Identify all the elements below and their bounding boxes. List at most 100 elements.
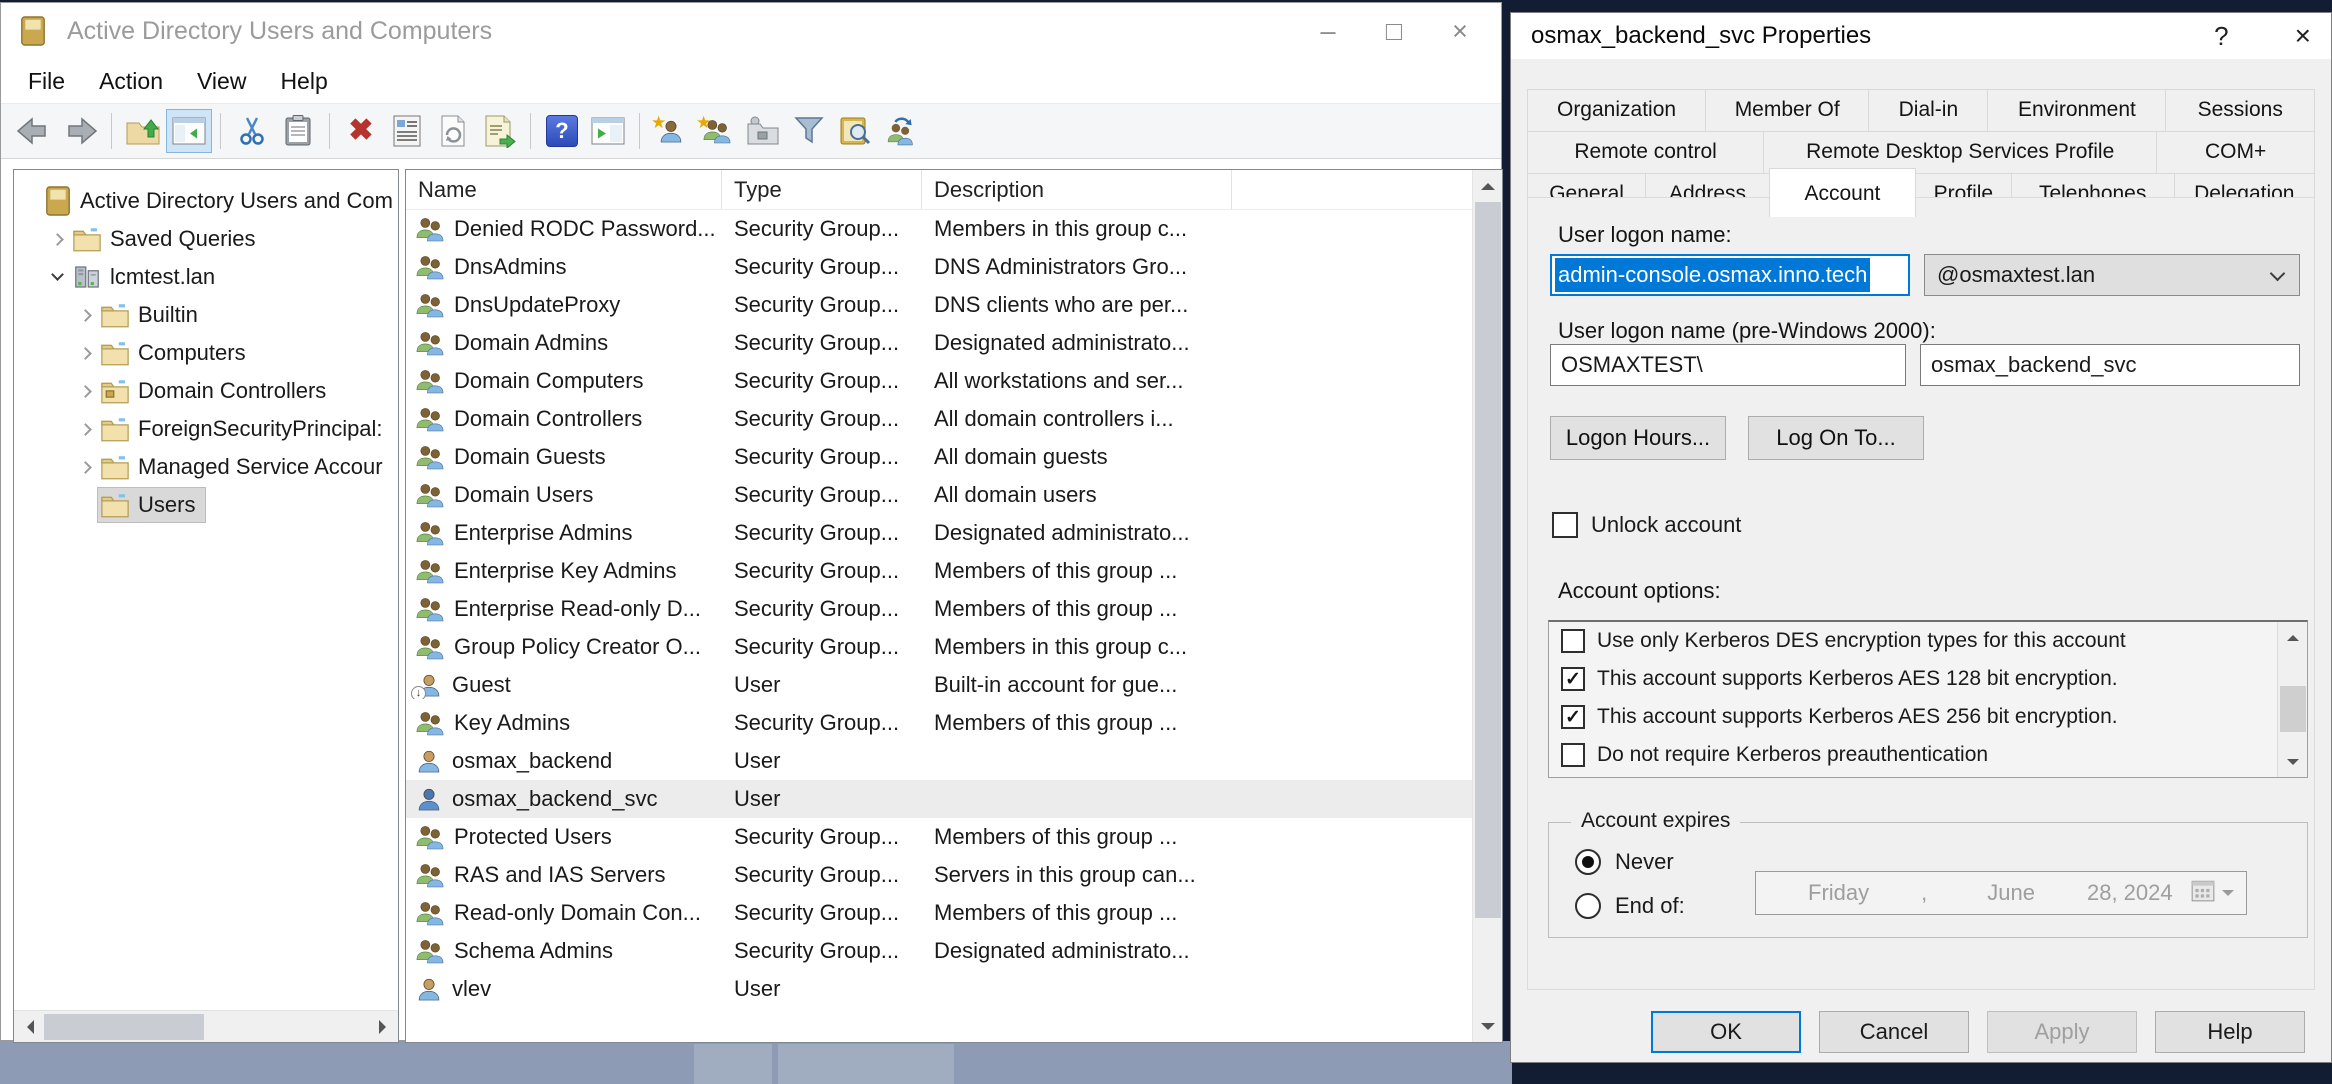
menu-action[interactable]: Action [82,68,180,95]
account-option-use-only-kerberos-des-encryption[interactable]: Use only Kerberos DES encryption types f… [1549,622,2307,660]
account-option-this-account-supports-kerberos-aes[interactable]: ✓This account supports Kerberos AES 256 … [1549,698,2307,736]
expiry-date-picker[interactable]: Friday,June28, 2024 [1755,871,2247,915]
scroll-up-button[interactable] [1473,170,1503,200]
chevron-expanded-icon[interactable] [44,275,70,279]
list-row-domain-users[interactable]: Domain UsersSecurity Group...All domain … [406,476,1472,514]
tree-item-active-directory-users-and-com[interactable]: Active Directory Users and Com [14,182,398,220]
account-option-this-account-supports-kerberos-aes[interactable]: ✓This account supports Kerberos AES 128 … [1549,660,2307,698]
scrollbar-thumb[interactable] [44,1014,204,1040]
list-row-schema-admins[interactable]: Schema AdminsSecurity Group...Designated… [406,932,1472,970]
list-row-domain-admins[interactable]: Domain AdminsSecurity Group...Designated… [406,324,1472,362]
list-row-read-only-domain-con[interactable]: Read-only Domain Con...Security Group...… [406,894,1472,932]
list-vertical-scrollbar[interactable] [1472,170,1502,1042]
logon-hours-button[interactable]: Logon Hours... [1550,416,1726,460]
list-row-enterprise-admins[interactable]: Enterprise AdminsSecurity Group...Design… [406,514,1472,552]
new-ou-icon[interactable] [740,109,786,153]
delete-icon[interactable]: ✖ [338,109,384,153]
unlock-account-checkbox[interactable]: Unlock account [1552,512,1741,538]
find-icon[interactable] [832,109,878,153]
list-row-denied-rodc-password[interactable]: Denied RODC Password...Security Group...… [406,210,1472,248]
up-one-level-icon[interactable] [120,109,166,153]
tree-item-managed-service-accour[interactable]: Managed Service Accour [14,448,398,486]
list-row-osmax-backend[interactable]: osmax_backendUser [406,742,1472,780]
tree-item-computers[interactable]: Computers [14,334,398,372]
back-icon[interactable] [11,109,57,153]
taskbar-item[interactable] [694,1044,772,1084]
tab-com[interactable]: COM+ [2156,131,2315,174]
chevron-collapsed-icon[interactable] [72,349,98,358]
list-row-dnsadmins[interactable]: DnsAdminsSecurity Group...DNS Administra… [406,248,1472,286]
new-user-icon[interactable]: ★ [648,109,694,153]
upn-suffix-dropdown[interactable]: @osmaxtest.lan [1924,254,2300,296]
list-row-key-admins[interactable]: Key AdminsSecurity Group...Members of th… [406,704,1472,742]
scroll-right-button[interactable] [368,1011,398,1042]
list-row-enterprise-read-only-d[interactable]: Enterprise Read-only D...Security Group.… [406,590,1472,628]
tab-environment[interactable]: Environment [1987,89,2166,132]
tree-item-lcmtest-lan[interactable]: lcmtest.lan [14,258,398,296]
tree-item-domain-controllers[interactable]: Domain Controllers [14,372,398,410]
dialog-close-button[interactable]: × [2295,20,2311,52]
account-option-do-not-require-kerberos-preauthentication[interactable]: Do not require Kerberos preauthenticatio… [1549,736,2307,774]
list-row-domain-controllers[interactable]: Domain ControllersSecurity Group...All d… [406,400,1472,438]
scroll-up-button[interactable] [2278,622,2308,652]
cancel-button[interactable]: Cancel [1819,1011,1969,1053]
chevron-collapsed-icon[interactable] [72,463,98,472]
ok-button[interactable]: OK [1651,1011,1801,1053]
menu-view[interactable]: View [180,68,263,95]
forward-icon[interactable] [57,109,103,153]
menu-help[interactable]: Help [263,68,344,95]
tab-sessions[interactable]: Sessions [2165,89,2315,132]
pre2000-name-input[interactable]: osmax_backend_svc [1920,344,2300,386]
close-button[interactable]: × [1427,3,1493,59]
export-list-icon[interactable] [476,109,522,153]
scroll-left-button[interactable] [14,1011,44,1042]
list-row-osmax-backend-svc[interactable]: osmax_backend_svcUser [406,780,1472,818]
user-logon-name-input[interactable]: admin-console.osmax.inno.tech [1550,254,1910,296]
new-window-icon[interactable] [585,109,631,153]
minimize-button[interactable]: – [1295,3,1361,59]
list-row-protected-users[interactable]: Protected UsersSecurity Group...Members … [406,818,1472,856]
scroll-down-button[interactable] [2278,747,2308,777]
tree-item-builtin[interactable]: Builtin [14,296,398,334]
tree-item-foreignsecurityprincipal[interactable]: ForeignSecurityPrincipal: [14,410,398,448]
chevron-collapsed-icon[interactable] [44,235,70,244]
tree-horizontal-scrollbar[interactable] [14,1010,398,1042]
scroll-down-button[interactable] [1473,1012,1503,1042]
list-row-domain-computers[interactable]: Domain ComputersSecurity Group...All wor… [406,362,1472,400]
list-row-dnsupdateproxy[interactable]: DnsUpdateProxySecurity Group...DNS clien… [406,286,1472,324]
refresh-icon[interactable] [430,109,476,153]
cut-icon[interactable] [229,109,275,153]
list-row-domain-guests[interactable]: Domain GuestsSecurity Group...All domain… [406,438,1472,476]
paste-icon[interactable] [275,109,321,153]
refresh-users-icon[interactable] [878,109,924,153]
log-on-to-button[interactable]: Log On To... [1748,416,1924,460]
tab-account[interactable]: Account [1769,168,1916,217]
expires-end-of[interactable]: End of: [1575,893,1685,919]
expires-never[interactable]: Never [1575,849,1674,875]
column-header-description[interactable]: Description [922,170,1232,209]
list-row-ras-and-ias-servers[interactable]: RAS and IAS ServersSecurity Group...Serv… [406,856,1472,894]
scrollbar-thumb[interactable] [1475,202,1501,918]
options-scrollbar[interactable] [2277,622,2307,777]
tree-item-saved-queries[interactable]: Saved Queries [14,220,398,258]
tab-dial-in[interactable]: Dial-in [1868,89,1988,132]
column-header-name[interactable]: Name [406,170,722,209]
list-row-guest[interactable]: ↓GuestUserBuilt-in account for gue... [406,666,1472,704]
tab-member-of[interactable]: Member Of [1705,89,1869,132]
maximize-button[interactable]: □ [1361,3,1427,59]
show-console-tree-icon[interactable] [166,109,212,153]
scrollbar-thumb[interactable] [2280,686,2306,732]
list-row-vlev[interactable]: vlevUser [406,970,1472,1008]
tree-item-users[interactable]: Users [14,486,398,524]
taskbar-item[interactable] [778,1044,954,1084]
help-button[interactable]: Help [2155,1011,2305,1053]
chevron-collapsed-icon[interactable] [72,425,98,434]
menu-file[interactable]: File [11,68,82,95]
tab-remote-control[interactable]: Remote control [1527,131,1764,174]
dialog-help-button[interactable]: ? [2214,21,2228,52]
properties-icon[interactable] [384,109,430,153]
chevron-collapsed-icon[interactable] [72,387,98,396]
filter-icon[interactable] [786,109,832,153]
pre2000-domain-input[interactable]: OSMAXTEST\ [1550,344,1906,386]
chevron-collapsed-icon[interactable] [72,311,98,320]
